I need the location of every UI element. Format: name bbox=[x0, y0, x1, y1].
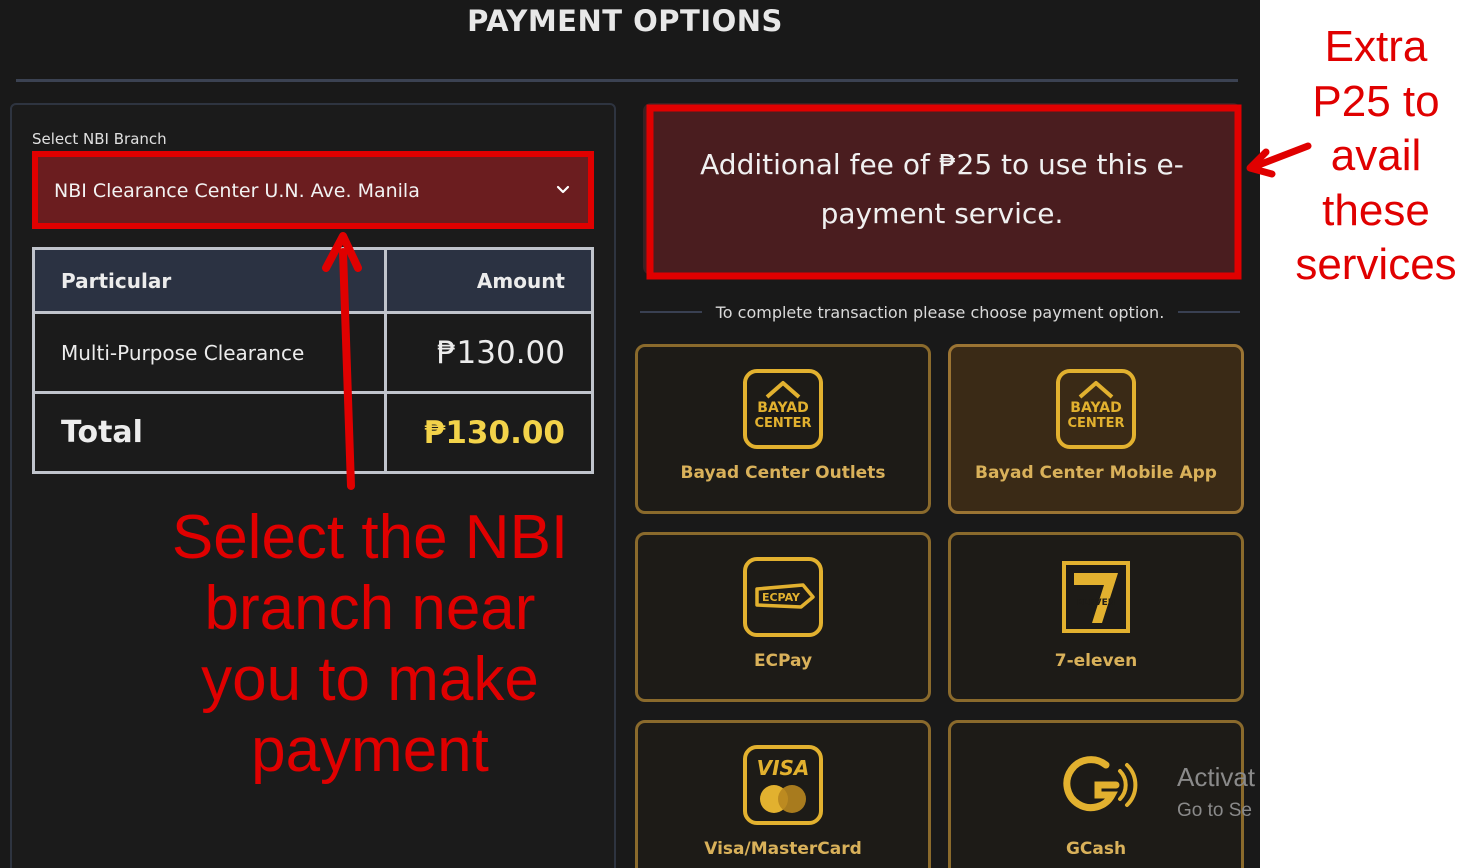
annotation-line: services bbox=[1295, 240, 1457, 289]
payment-option-gcash[interactable]: GCash bbox=[948, 720, 1244, 868]
annotation-line: payment bbox=[251, 716, 489, 785]
activation-watermark-line1: Activat bbox=[1177, 762, 1256, 792]
annotation-line: Select the NBI bbox=[171, 503, 569, 572]
branch-select-label: Select NBI Branch bbox=[32, 130, 167, 148]
payment-option-label: Bayad Center Outlets bbox=[680, 463, 886, 483]
additional-fee-notice: Additional fee of ₱25 to use this e-paym… bbox=[643, 103, 1241, 275]
table-row: Multi-Purpose Clearance ₱130.00 bbox=[32, 311, 594, 394]
payment-option-label: Visa/MasterCard bbox=[704, 839, 862, 859]
chevron-down-icon bbox=[556, 185, 570, 194]
payment-option-visa-mastercard[interactable]: VISA Visa/MasterCard bbox=[635, 720, 931, 868]
total-label: Total bbox=[32, 391, 387, 474]
annotation-line: P25 to bbox=[1312, 76, 1440, 126]
annotation-line: Extra bbox=[1324, 22, 1428, 71]
total-amount: ₱130.00 bbox=[384, 391, 594, 474]
gcash-icon bbox=[1063, 756, 1138, 812]
activation-watermark-line2: Go to Se bbox=[1177, 800, 1252, 821]
fee-annotation: Extra P25 to avail these services bbox=[1272, 20, 1480, 293]
payment-option-label: Bayad Center Mobile App bbox=[975, 463, 1217, 483]
payment-option-ecpay[interactable]: ECPAY ECPay bbox=[635, 532, 931, 702]
column-header-amount: Amount bbox=[384, 247, 594, 314]
payment-instruction: To complete transaction please choose pa… bbox=[640, 298, 1240, 326]
page-title: PAYMENT OPTIONS bbox=[467, 4, 783, 38]
divider-left bbox=[640, 311, 702, 313]
bayad-center-icon: BAYAD CENTER bbox=[743, 369, 823, 449]
particular-cell: Multi-Purpose Clearance bbox=[32, 311, 387, 394]
fee-table: Particular Amount Multi-Purpose Clearanc… bbox=[32, 247, 594, 474]
payment-option-7-eleven[interactable]: ELEVEN 7-eleven bbox=[948, 532, 1244, 702]
svg-text:BAYAD: BAYAD bbox=[757, 400, 808, 416]
annotation-line: avail bbox=[1330, 131, 1422, 180]
payment-option-label: 7-eleven bbox=[1054, 651, 1138, 671]
branch-select[interactable]: NBI Clearance Center U.N. Ave. Manila bbox=[32, 155, 592, 227]
amount-cell: ₱130.00 bbox=[384, 311, 594, 394]
fee-table-header-row: Particular Amount bbox=[32, 247, 594, 314]
branch-select-value: NBI Clearance Center U.N. Ave. Manila bbox=[54, 180, 420, 202]
instruction-text: To complete transaction please choose pa… bbox=[715, 302, 1165, 322]
annotation-line: branch near bbox=[204, 574, 536, 643]
title-divider bbox=[16, 79, 1238, 82]
svg-text:BAYAD: BAYAD bbox=[1070, 400, 1121, 416]
svg-text:ECPAY: ECPAY bbox=[762, 591, 801, 604]
seven-eleven-icon: ELEVEN bbox=[1062, 561, 1130, 633]
annotation-line: these bbox=[1322, 185, 1430, 235]
additional-fee-text: Additional fee of ₱25 to use this e-paym… bbox=[700, 148, 1184, 230]
annotation-line: you to make bbox=[201, 645, 539, 714]
visa-mastercard-icon: VISA bbox=[743, 745, 823, 825]
payment-option-label: GCash bbox=[1065, 839, 1127, 859]
column-header-particular: Particular bbox=[32, 247, 387, 314]
ecpay-icon: ECPAY bbox=[743, 557, 823, 637]
payment-option-bayad-mobile-app[interactable]: BAYAD CENTER Bayad Center Mobile App bbox=[948, 344, 1244, 514]
svg-text:CENTER: CENTER bbox=[754, 416, 811, 431]
divider-right bbox=[1178, 311, 1240, 313]
payment-option-label: ECPay bbox=[753, 651, 813, 671]
payment-option-bayad-outlets[interactable]: BAYAD CENTER Bayad Center Outlets bbox=[635, 344, 931, 514]
bayad-center-icon: BAYAD CENTER bbox=[1056, 369, 1136, 449]
total-row: Total ₱130.00 bbox=[32, 391, 594, 474]
svg-text:CENTER: CENTER bbox=[1067, 416, 1124, 431]
svg-text:VISA: VISA bbox=[757, 756, 810, 780]
svg-text:ELEVEN: ELEVEN bbox=[1077, 598, 1116, 608]
branch-annotation: Select the NBI branch near you to make p… bbox=[150, 502, 590, 786]
